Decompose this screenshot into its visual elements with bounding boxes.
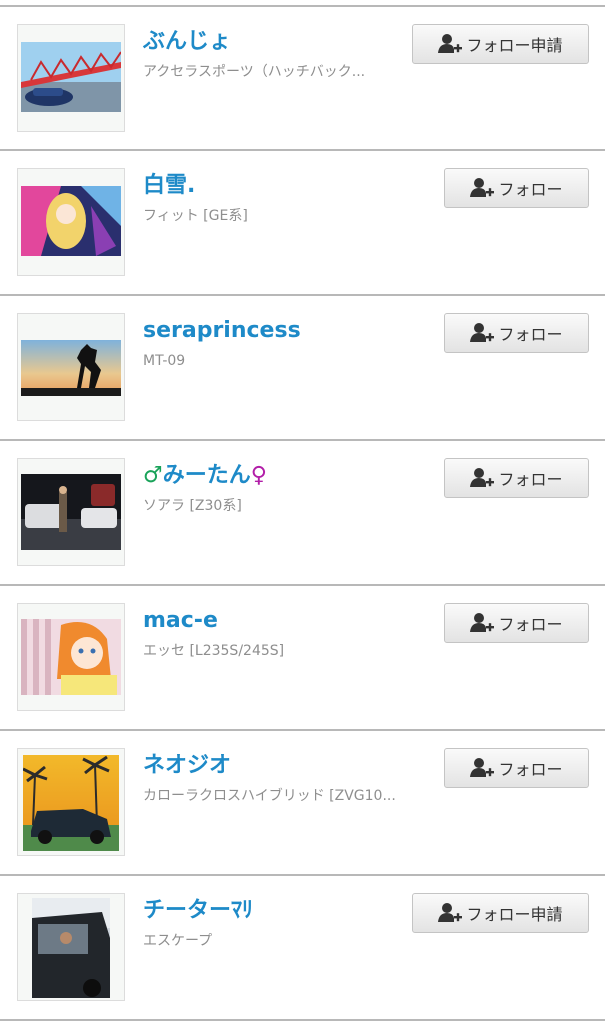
user-name[interactable]: ♂みーたん♀ xyxy=(143,462,267,490)
list-item[interactable]: ♂みーたん♀ ソアラ [Z30系] フォロー xyxy=(0,440,605,583)
avatar-image xyxy=(21,186,121,256)
avatar[interactable] xyxy=(17,458,125,566)
follow-label: フォロー xyxy=(498,325,563,344)
male-symbol: ♂ xyxy=(143,463,163,488)
follow-request-label: フォロー申請 xyxy=(466,905,563,924)
user-name[interactable]: seraprincess xyxy=(143,317,301,345)
avatar-image xyxy=(32,898,110,998)
car-model: ソアラ [Z30系] xyxy=(143,498,242,514)
list-item[interactable]: ネオジオ カローラクロスハイブリッド [ZVG10... フォロー xyxy=(0,730,605,873)
avatar-image xyxy=(21,619,121,695)
follow-request-button[interactable]: フォロー申請 xyxy=(412,893,589,933)
avatar[interactable] xyxy=(17,893,125,1001)
divider xyxy=(0,1019,605,1021)
avatar-image xyxy=(23,755,119,851)
user-name[interactable]: 白雪. xyxy=(143,172,195,200)
follow-label: フォロー xyxy=(498,470,563,489)
follow-label: フォロー xyxy=(498,615,563,634)
avatar-image xyxy=(21,42,121,112)
follow-request-button[interactable]: フォロー申請 xyxy=(412,24,589,64)
user-name[interactable]: mac-e xyxy=(143,607,218,635)
list-item[interactable]: 白雪. フィット [GE系] フォロー xyxy=(0,150,605,293)
car-model: MT-09 xyxy=(143,353,186,369)
user-list: ぶんじょ アクセラスポーツ（ハッチバック... フォロー申請 白雪. フィット … xyxy=(0,0,605,1024)
list-item[interactable]: ぶんじょ アクセラスポーツ（ハッチバック... フォロー申請 xyxy=(0,6,605,149)
follow-button[interactable]: フォロー xyxy=(444,748,589,788)
user-name[interactable]: ぶんじょ xyxy=(143,28,231,56)
follow-label: フォロー xyxy=(498,180,563,199)
car-model: エスケープ xyxy=(143,933,213,949)
avatar[interactable] xyxy=(17,603,125,711)
add-user-icon xyxy=(470,757,495,779)
car-model: フィット [GE系] xyxy=(143,208,248,224)
follow-button[interactable]: フォロー xyxy=(444,603,589,643)
avatar[interactable] xyxy=(17,748,125,856)
avatar[interactable] xyxy=(17,24,125,132)
avatar-image xyxy=(21,340,121,396)
female-symbol: ♀ xyxy=(250,463,267,488)
add-user-icon xyxy=(470,612,495,634)
car-model: エッセ [L235S/245S] xyxy=(143,643,285,659)
follow-button[interactable]: フォロー xyxy=(444,458,589,498)
follow-label: フォロー xyxy=(498,760,563,779)
add-user-icon xyxy=(470,177,495,199)
list-item[interactable]: mac-e エッセ [L235S/245S] フォロー xyxy=(0,585,605,728)
follow-button[interactable]: フォロー xyxy=(444,313,589,353)
follow-request-label: フォロー申請 xyxy=(466,36,563,55)
add-user-icon xyxy=(438,902,463,924)
car-model: カローラクロスハイブリッド [ZVG10... xyxy=(143,788,396,804)
user-name-text: みーたん xyxy=(162,463,251,488)
add-user-icon xyxy=(438,33,463,55)
car-model: アクセラスポーツ（ハッチバック... xyxy=(143,64,366,80)
user-name[interactable]: ネオジオ xyxy=(143,752,231,780)
list-item[interactable]: チーターﾏﾘ エスケープ フォロー申請 xyxy=(0,875,605,1018)
avatar-image xyxy=(21,474,121,550)
user-name[interactable]: チーターﾏﾘ xyxy=(143,897,253,925)
add-user-icon xyxy=(470,322,495,344)
add-user-icon xyxy=(470,467,495,489)
follow-button[interactable]: フォロー xyxy=(444,168,589,208)
avatar[interactable] xyxy=(17,168,125,276)
list-item[interactable]: seraprincess MT-09 フォロー xyxy=(0,295,605,438)
avatar[interactable] xyxy=(17,313,125,421)
